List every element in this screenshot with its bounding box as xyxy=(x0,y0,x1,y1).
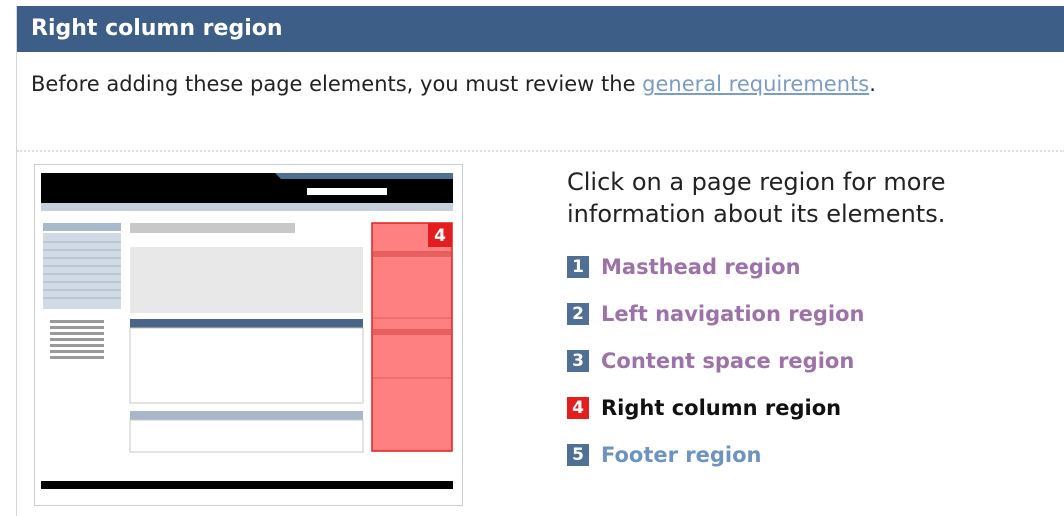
panel-title: Right column region xyxy=(31,16,283,41)
region-number-badge: 3 xyxy=(567,350,589,372)
panel-header: Right column region xyxy=(17,6,1064,52)
region-number-badge: 2 xyxy=(567,303,589,325)
thumb-content-space-region[interactable] xyxy=(129,223,364,453)
general-requirements-link[interactable]: general requirements xyxy=(642,72,869,96)
thumb-highlight-number: 4 xyxy=(434,226,446,246)
thumb-left-navigation-region[interactable] xyxy=(43,223,121,359)
instruction-text: Click on a page region for more informat… xyxy=(567,168,946,228)
region-link-content-space[interactable]: 3 Content space region xyxy=(567,348,864,395)
region-number-badge-active: 4 xyxy=(567,397,589,419)
region-number-badge: 5 xyxy=(567,444,589,466)
region-link-label[interactable]: Masthead region xyxy=(601,254,801,280)
thumb-right-column-region[interactable]: 4 xyxy=(371,222,453,452)
region-link-label[interactable]: Left navigation region xyxy=(601,301,864,327)
region-link-left-navigation[interactable]: 2 Left navigation region xyxy=(567,301,864,348)
region-link-masthead[interactable]: 1 Masthead region xyxy=(567,254,864,301)
dotted-divider xyxy=(17,150,1064,152)
right-column-region-panel: Right column region Before adding these … xyxy=(16,6,1064,516)
region-link-label[interactable]: Content space region xyxy=(601,348,854,374)
intro-text-before: Before adding these page elements, you m… xyxy=(31,72,643,96)
thumb-masthead-region[interactable] xyxy=(41,173,453,211)
thumb-footer-region[interactable] xyxy=(41,481,453,489)
region-link-right-column: 4 Right column region xyxy=(567,395,864,442)
region-current-label: Right column region xyxy=(601,396,842,420)
region-link-label[interactable]: Footer region xyxy=(601,442,762,468)
region-number-badge: 1 xyxy=(567,256,589,278)
region-link-footer[interactable]: 5 Footer region xyxy=(567,442,864,489)
intro-text-after: . xyxy=(869,72,876,96)
page-layout-thumbnail: 4 xyxy=(34,164,463,506)
intro-text: Before adding these page elements, you m… xyxy=(31,70,1011,99)
region-link-list: 1 Masthead region 2 Left navigation regi… xyxy=(567,254,864,489)
